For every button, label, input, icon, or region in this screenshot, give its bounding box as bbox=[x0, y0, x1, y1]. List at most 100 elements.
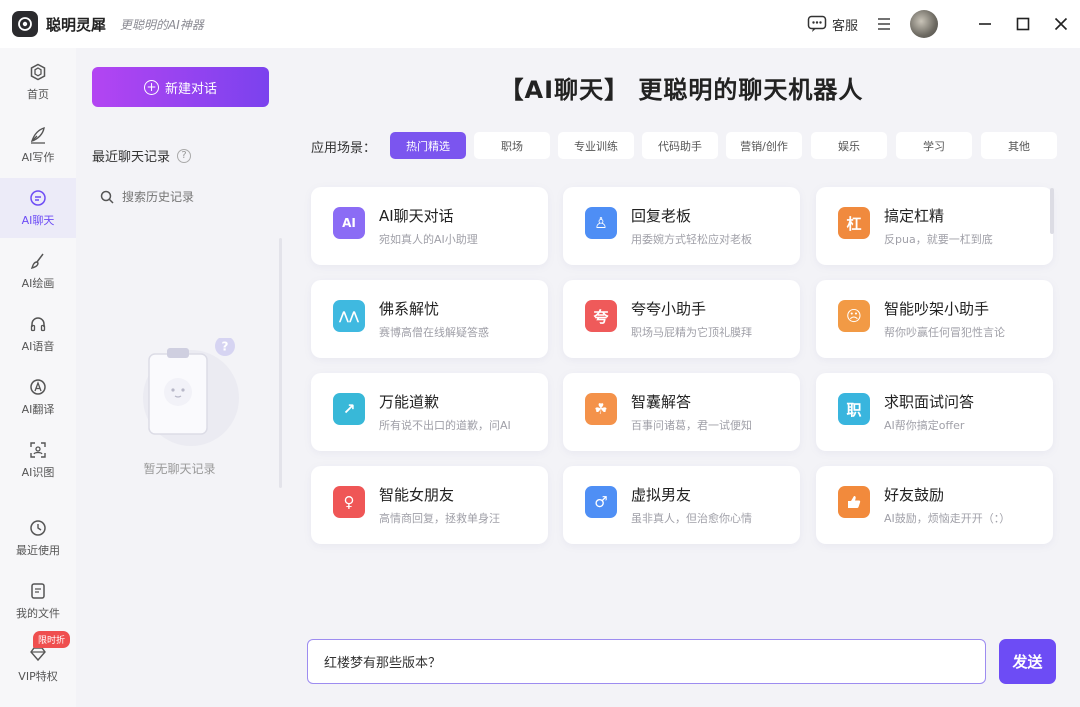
scenario-card[interactable]: ☘ 智囊解答 百事问诸葛，君一试便知 bbox=[563, 373, 800, 451]
file-icon bbox=[31, 582, 45, 599]
praise-icon: 夸 bbox=[585, 300, 617, 332]
girlfriend-icon: ♀ bbox=[333, 486, 365, 518]
chip-professional-training[interactable]: 专业训练 bbox=[558, 132, 634, 159]
nav-item-ai-chat[interactable]: AI聊天 bbox=[0, 178, 76, 238]
scene-label: 应用场景： bbox=[311, 141, 377, 156]
card-title: 好友鼓励 bbox=[884, 486, 945, 504]
card-desc: 反pua，就要一杠到底 bbox=[884, 233, 993, 246]
page-title: 【AI聊天】 更聪明的聊天机器人 bbox=[499, 76, 864, 104]
chat-history-panel: + 新建对话 最近聊天记录 ? ? 暂无聊天记录 bbox=[76, 48, 283, 707]
chip-code-assistant[interactable]: 代码助手 bbox=[642, 132, 718, 159]
empty-history-text: 暂无聊天记录 bbox=[143, 462, 216, 476]
search-icon bbox=[100, 190, 114, 204]
send-button[interactable]: 发送 bbox=[999, 639, 1056, 684]
nav-item-home[interactable]: 首页 bbox=[0, 52, 76, 112]
nav-item-my-files[interactable]: 我的文件 bbox=[0, 571, 76, 631]
card-title: 智能吵架小助手 bbox=[884, 300, 990, 318]
card-desc: 职场马屁精为它顶礼膜拜 bbox=[631, 326, 752, 339]
nav-label: AI绘画 bbox=[21, 276, 55, 290]
maximize-button[interactable] bbox=[1004, 0, 1042, 48]
chip-hot-picks[interactable]: 热门精选 bbox=[390, 132, 466, 159]
menu-icon[interactable] bbox=[876, 17, 892, 31]
chip-other[interactable]: 其他 bbox=[981, 132, 1057, 159]
scenario-card[interactable]: 夸 夸夸小助手 职场马屁精为它顶礼膜拜 bbox=[563, 280, 800, 358]
scenario-card[interactable]: 好友鼓励 AI鼓励，烦恼走开开（：） bbox=[816, 466, 1053, 544]
bag-icon: ☘ bbox=[585, 393, 617, 425]
image-scan-icon bbox=[30, 441, 46, 458]
scenario-card[interactable]: ☹ 智能吵架小助手 帮你吵赢任何冒犯性言论 bbox=[816, 280, 1053, 358]
nav-item-ai-writing[interactable]: AI写作 bbox=[0, 115, 76, 175]
card-desc: 百事问诸葛，君一试便知 bbox=[631, 419, 752, 432]
card-desc: 所有说不出口的道歉，问AI bbox=[379, 419, 511, 432]
history-icon bbox=[30, 519, 46, 536]
boss-icon: ♙ bbox=[585, 207, 617, 239]
headphones-icon bbox=[30, 316, 46, 331]
scenario-card[interactable]: AI AI聊天对话 宛如真人的AI小助理 bbox=[311, 187, 548, 265]
chip-entertainment[interactable]: 娱乐 bbox=[811, 132, 887, 159]
nav-label: AI聊天 bbox=[21, 213, 55, 227]
nav-item-recent[interactable]: 最近使用 bbox=[0, 508, 76, 568]
nav-label: AI翻译 bbox=[21, 402, 55, 416]
help-icon[interactable]: ? bbox=[177, 148, 192, 163]
cards-scrollbar[interactable] bbox=[1050, 188, 1054, 234]
card-title: 万能道歉 bbox=[379, 393, 440, 411]
svg-text:?: ? bbox=[222, 340, 229, 354]
new-chat-button[interactable]: + 新建对话 bbox=[92, 67, 269, 107]
apology-icon: ↗ bbox=[333, 393, 365, 425]
close-icon bbox=[1054, 17, 1068, 31]
nav-label: AI写作 bbox=[21, 150, 55, 164]
app-slogan: 更聪明的AI神器 bbox=[120, 17, 204, 32]
card-desc: 高情商回复，拯救单身汪 bbox=[379, 512, 500, 525]
chip-marketing[interactable]: 营销/创作 bbox=[726, 132, 802, 159]
close-button[interactable] bbox=[1042, 0, 1080, 48]
bar-icon: 杠 bbox=[838, 207, 870, 239]
scenario-card[interactable]: ↗ 万能道歉 所有说不出口的道歉，问AI bbox=[311, 373, 548, 451]
nav-label: 首页 bbox=[27, 87, 49, 101]
title-bar: 聪明灵犀 更聪明的AI神器 客服 bbox=[0, 0, 1080, 48]
card-title: 智囊解答 bbox=[631, 393, 692, 411]
minimize-button[interactable] bbox=[966, 0, 1004, 48]
chip-workplace[interactable]: 职场 bbox=[474, 132, 550, 159]
nav-item-ai-image-recognition[interactable]: AI识图 bbox=[0, 430, 76, 490]
translate-icon bbox=[30, 378, 46, 395]
home-icon bbox=[30, 63, 46, 80]
nav-label: AI识图 bbox=[21, 465, 55, 479]
angry-face-icon: ☹ bbox=[838, 300, 870, 332]
history-scrollbar[interactable] bbox=[279, 238, 282, 488]
history-search[interactable] bbox=[92, 180, 269, 214]
card-desc: AI帮你搞定offer bbox=[884, 419, 965, 432]
card-title: 搞定杠精 bbox=[884, 207, 945, 225]
maximize-icon bbox=[1016, 17, 1030, 31]
nav-item-ai-voice[interactable]: AI语音 bbox=[0, 304, 76, 364]
minimize-icon bbox=[979, 23, 991, 25]
card-title: 回复老板 bbox=[631, 207, 692, 225]
avatar[interactable] bbox=[910, 10, 938, 38]
chat-input-box[interactable] bbox=[307, 639, 986, 684]
card-desc: AI鼓励，烦恼走开开（：） bbox=[884, 512, 1011, 525]
boyfriend-icon: ♂ bbox=[585, 486, 617, 518]
card-desc: 用委婉方式轻松应对老板 bbox=[631, 233, 752, 246]
chat-icon bbox=[30, 189, 46, 206]
vip-discount-badge: 限时折 bbox=[33, 631, 71, 648]
nav-item-ai-translate[interactable]: AI翻译 bbox=[0, 367, 76, 427]
nav-label: 最近使用 bbox=[16, 543, 60, 557]
scenario-card[interactable]: ♙ 回复老板 用委婉方式轻松应对老板 bbox=[563, 187, 800, 265]
card-title: 佛系解忧 bbox=[379, 300, 440, 318]
support-button[interactable]: 客服 bbox=[807, 15, 858, 34]
chat-input[interactable] bbox=[324, 654, 964, 669]
chip-study[interactable]: 学习 bbox=[896, 132, 972, 159]
main-area: 【AI聊天】 更聪明的聊天机器人 应用场景： 热门精选 职场 专业训练 代码助手… bbox=[283, 48, 1080, 707]
card-desc: 虽非真人，但治愈你心情 bbox=[631, 512, 752, 525]
buddha-icon: ⋀⋀ bbox=[333, 300, 365, 332]
scenario-card[interactable]: ⋀⋀ 佛系解忧 赛博高僧在线解疑答惑 bbox=[311, 280, 548, 358]
pen-icon bbox=[30, 126, 45, 144]
scenario-card[interactable]: ♀ 智能女朋友 高情商回复，拯救单身汪 bbox=[311, 466, 548, 544]
history-search-input[interactable] bbox=[122, 190, 262, 204]
new-chat-label: 新建对话 bbox=[164, 81, 217, 97]
scenario-card[interactable]: ♂ 虚拟男友 虽非真人，但治愈你心情 bbox=[563, 466, 800, 544]
nav-item-ai-painting[interactable]: AI绘画 bbox=[0, 241, 76, 301]
left-nav-rail: 首页 AI写作 AI聊天 AI绘画 AI语音 AI翻译 AI识图 最近使用 我的… bbox=[0, 48, 76, 707]
card-title: 虚拟男友 bbox=[631, 486, 692, 504]
scenario-card[interactable]: 职 求职面试问答 AI帮你搞定offer bbox=[816, 373, 1053, 451]
scenario-card[interactable]: 杠 搞定杠精 反pua，就要一杠到底 bbox=[816, 187, 1053, 265]
